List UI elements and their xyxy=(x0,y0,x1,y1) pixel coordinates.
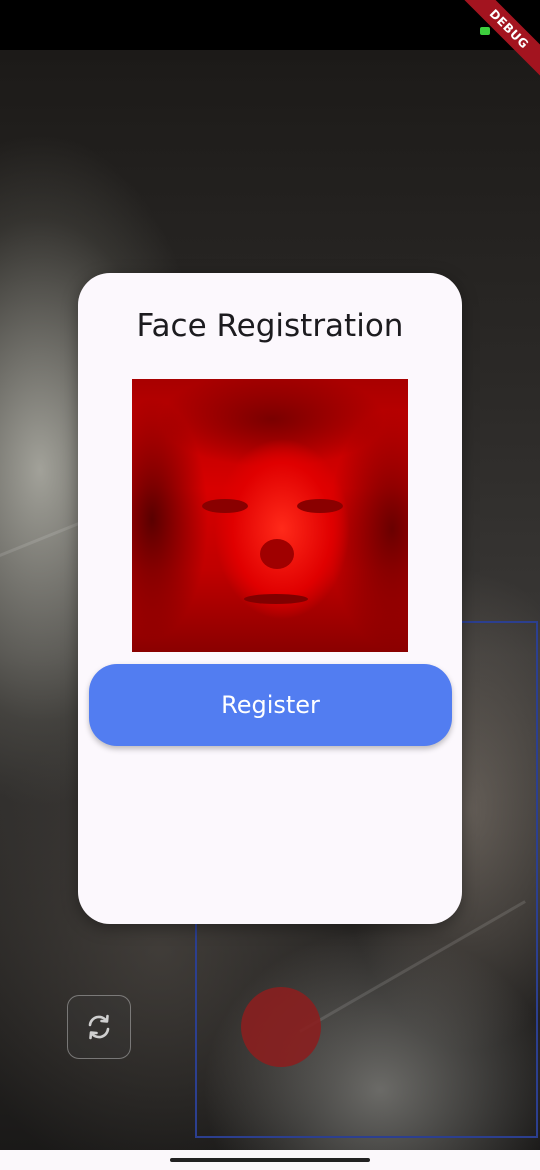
face-eye-left xyxy=(202,499,248,513)
dialog-title: Face Registration xyxy=(136,308,404,344)
face-registration-screen: DEBUG Face Registration Register xyxy=(0,0,540,1170)
refresh-icon xyxy=(88,1014,110,1040)
switch-camera-button[interactable] xyxy=(67,995,131,1059)
navigation-bar xyxy=(0,1150,540,1170)
register-button[interactable]: Register xyxy=(89,664,452,746)
capture-button[interactable] xyxy=(241,987,321,1067)
face-eye-right xyxy=(297,499,343,513)
debug-banner: DEBUG xyxy=(450,0,540,90)
home-indicator[interactable] xyxy=(170,1158,370,1162)
face-preview-image xyxy=(132,379,408,652)
debug-label: DEBUG xyxy=(455,0,540,83)
face-mouth xyxy=(244,594,308,604)
face-nose xyxy=(260,539,294,569)
